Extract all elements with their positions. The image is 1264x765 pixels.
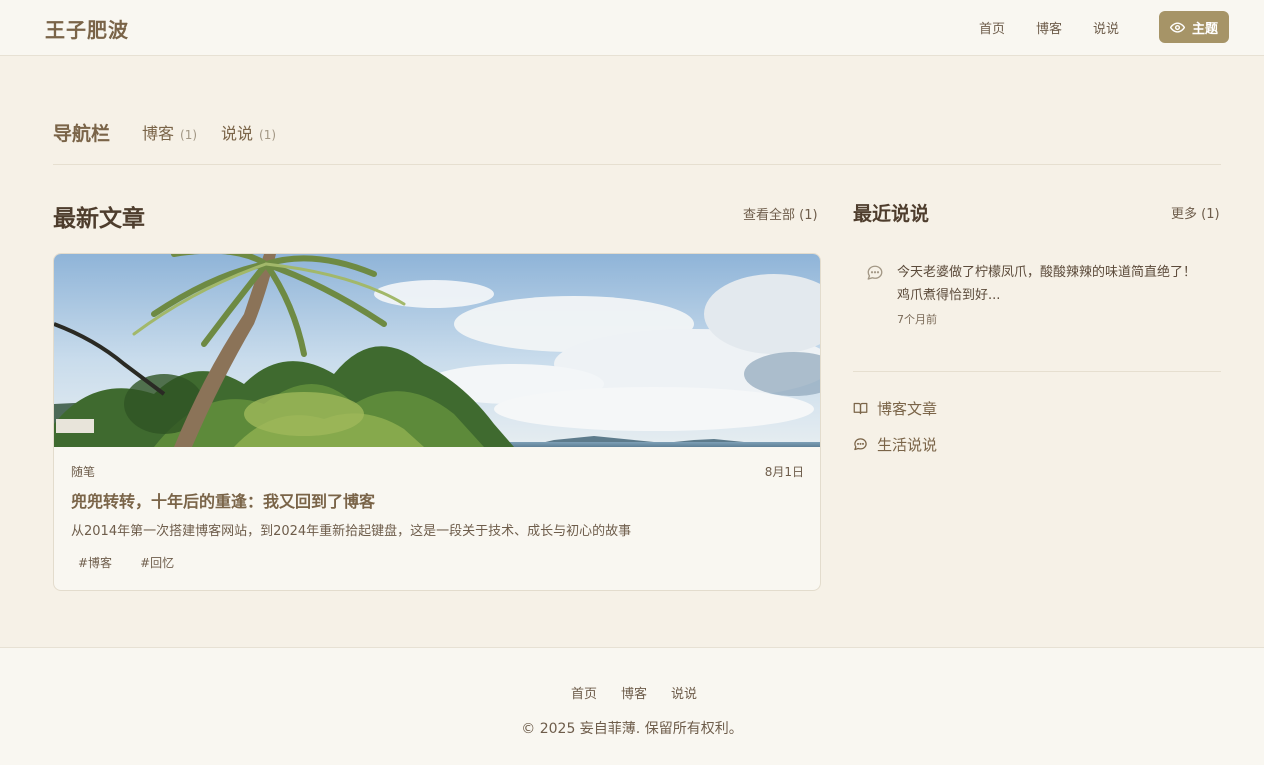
nav-blog-link[interactable]: 博客 [1036,18,1062,37]
post-cover-image [54,254,820,447]
nav-shuo-link[interactable]: 说说 [1093,18,1119,37]
shuo-time: 7个月前 [897,313,937,326]
sidebar-link-label: 博客文章 [877,400,938,418]
recent-shuo-item[interactable]: 今天老婆做了柠檬凤爪，酸酸辣辣的味道简直绝了！鸡爪煮得恰到好... 7个月前 [853,254,1221,372]
eye-icon [1169,21,1185,33]
post-category[interactable]: 随笔 [71,463,95,480]
navbar-item-blog[interactable]: 博客 (1) [142,120,197,149]
view-all-link[interactable]: 查看全部 (1) [743,204,818,223]
footer-blog-link[interactable]: 博客 [621,683,647,702]
copyright-text: © 2025 妄自菲薄. 保留所有权利。 [521,721,743,737]
navbar-item-label: 说说 [221,124,254,143]
top-header: 王子肥波 首页 博客 说说 主题 [0,0,1264,56]
recent-posts-title: 最近说说 [853,203,930,225]
post-excerpt: 从2014年第一次搭建博客网站，到2024年重新拾起键盘，这是一段关于技术、成长… [71,524,632,539]
latest-posts-title: 最新文章 [53,206,145,232]
sidebar-link-blog-posts[interactable]: 博客文章 [853,398,937,419]
footer-shuo-link[interactable]: 说说 [671,683,697,702]
chat-icon [854,438,867,451]
more-link[interactable]: 更多 (1) [1171,203,1220,222]
theme-button-label: 主题 [1191,21,1218,37]
post-card[interactable]: 随笔 8月1日 兜兜转转，十年后的重逢：我又回到了博客 从2014年第一次搭建博… [53,253,821,591]
navbar-item-shuo[interactable]: 说说 (1) [221,120,276,149]
tag-link[interactable]: #博客 [71,554,119,571]
sidebar-link-label: 生活说说 [877,436,938,454]
nav-home-link[interactable]: 首页 [979,18,1005,37]
top-nav: 首页 博客 说说 [979,18,1150,37]
chat-bubble-icon [867,265,883,280]
post-title[interactable]: 兜兜转转，十年后的重逢：我又回到了博客 [71,488,375,512]
navbar-item-count: (1) [259,128,277,142]
footer-nav: 首页 博客 说说 [571,683,697,702]
tag-link[interactable]: #回忆 [133,554,181,571]
sidebar-link-life-shuo[interactable]: 生活说说 [853,434,937,455]
navbar-item-label: 博客 [142,124,175,143]
theme-button[interactable]: 主题 [1159,11,1229,43]
footer-home-link[interactable]: 首页 [571,683,597,702]
category-navbar: 导航栏 博客 (1) 说说 (1) [53,120,1221,165]
site-footer: 首页 博客 说说 © 2025 妄自菲薄. 保留所有权利。 [0,647,1264,765]
post-date: 8月1日 [764,465,804,479]
shuo-text: 今天老婆做了柠檬凤爪，酸酸辣辣的味道简直绝了！鸡爪煮得恰到好... [897,265,1197,303]
site-logo[interactable]: 王子肥波 [45,14,129,43]
book-icon [853,402,868,415]
navbar-item-count: (1) [180,128,198,142]
post-tags: #博客 #回忆 [71,554,181,571]
navbar-title: 导航栏 [53,123,111,145]
